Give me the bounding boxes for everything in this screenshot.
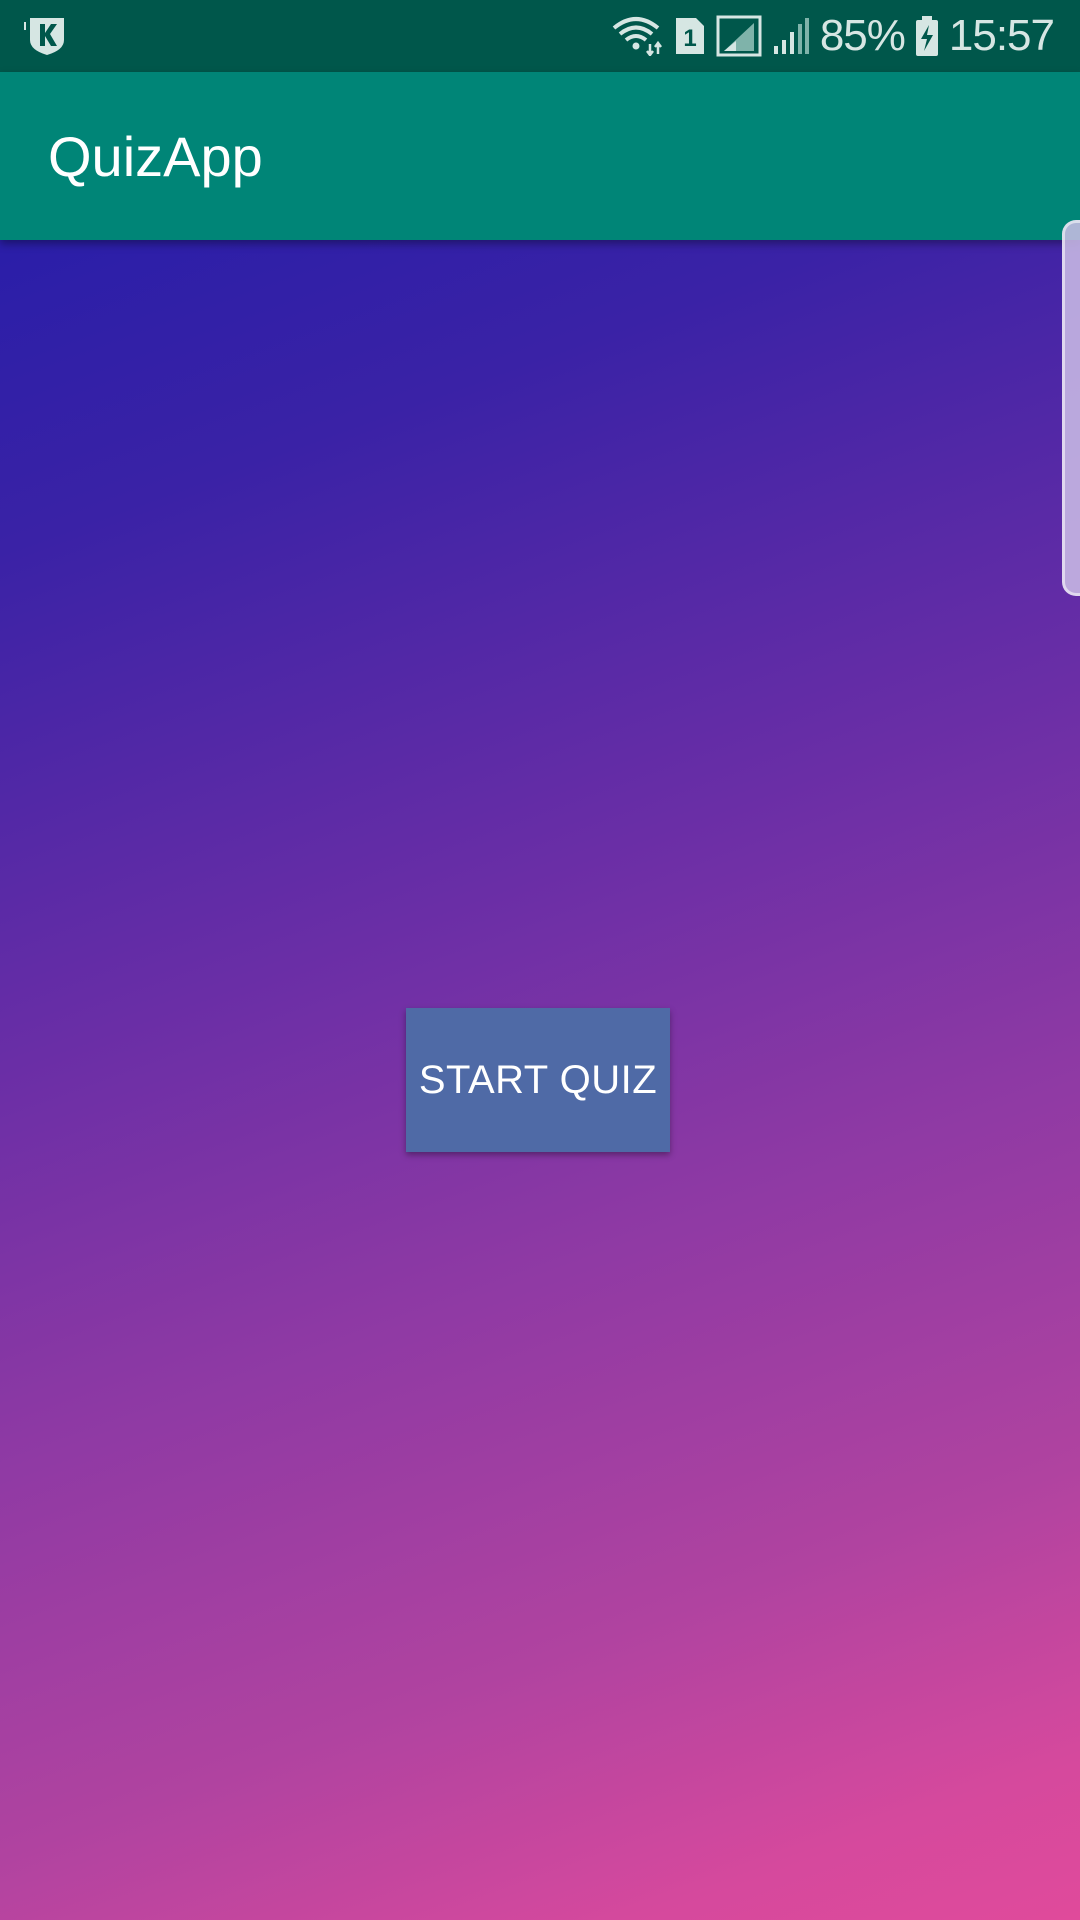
kaspersky-icon	[22, 16, 68, 56]
wifi-icon	[612, 16, 664, 56]
signal-weak-icon	[772, 16, 810, 56]
signal-icon	[716, 15, 762, 57]
start-quiz-button[interactable]: START QUIZ	[406, 1008, 670, 1152]
battery-charging-icon	[915, 15, 939, 57]
status-left	[22, 14, 68, 58]
app-bar: QuizApp	[0, 72, 1080, 240]
clock: 15:57	[948, 11, 1055, 60]
sim-slot-number: 1	[683, 25, 696, 52]
status-bar: 1 85% 15:57	[0, 0, 1080, 72]
screen: 1 85% 15:57 QuizApp START QUIZ	[0, 0, 1080, 1920]
battery-percent: 85%	[819, 11, 906, 60]
sim-icon: 1	[674, 16, 706, 56]
edge-panel-handle[interactable]	[1062, 220, 1080, 596]
status-right: 1 85% 15:57	[612, 0, 1055, 72]
app-title: QuizApp	[48, 125, 263, 188]
